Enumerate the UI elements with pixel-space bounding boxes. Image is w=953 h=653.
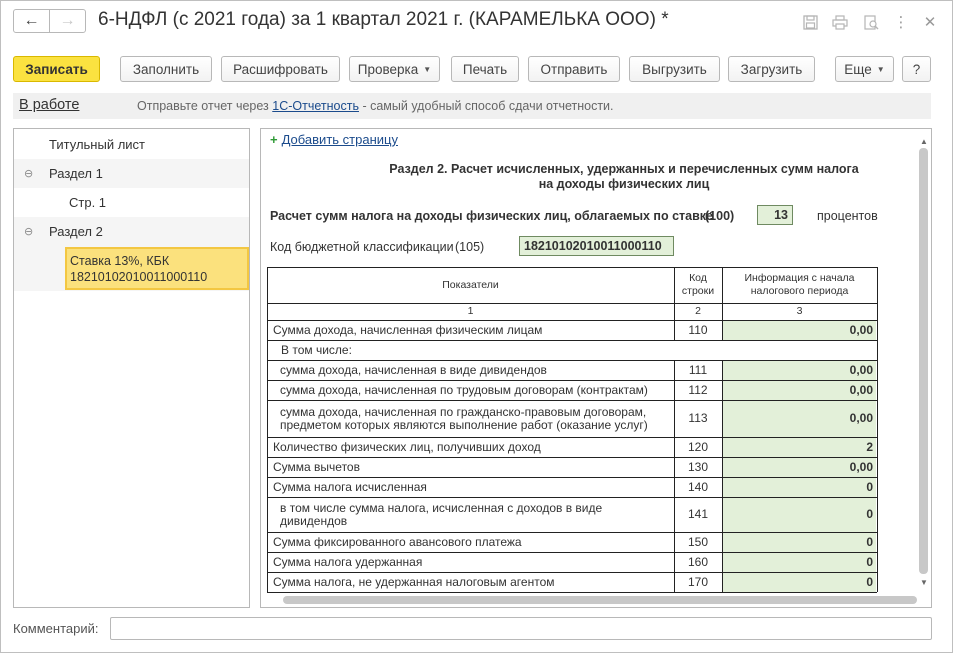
row-code: 141 — [687, 507, 709, 521]
tree-item-rate-13[interactable]: Ставка 13%, КБК 18210102010011000110 — [65, 247, 249, 290]
row-label: сумма дохода, начисленная по гражданско-… — [280, 404, 648, 432]
row-code: 112 — [688, 382, 708, 397]
row-value[interactable]: 0 — [722, 477, 877, 497]
row-divider — [267, 592, 877, 593]
row-label: сумма дохода, начисленная в виде дивиден… — [280, 362, 547, 377]
row-value[interactable]: 0,00 — [722, 320, 877, 340]
row-value[interactable]: 0,00 — [722, 457, 877, 477]
scroll-down-icon[interactable]: ▼ — [920, 578, 928, 587]
row-code: 120 — [687, 439, 709, 454]
row-value[interactable]: 0 — [722, 497, 877, 532]
collapse-icon[interactable]: ⊖ — [24, 167, 33, 180]
row-label: Сумма дохода, начисленная физическим лиц… — [273, 322, 543, 337]
row-code: 150 — [687, 534, 709, 549]
column-number: 1 — [467, 305, 474, 317]
status-link[interactable]: В работе — [19, 97, 79, 113]
save-icon[interactable] — [801, 13, 819, 31]
rate-unit: процентов — [817, 209, 878, 223]
header-code: Код строки — [681, 272, 715, 297]
save-button[interactable]: Записать — [13, 56, 100, 82]
tree-item-section-2[interactable]: ⊖ Раздел 2 — [14, 217, 249, 246]
collapse-icon[interactable]: ⊖ — [24, 225, 33, 238]
row-value[interactable]: 0,00 — [722, 380, 877, 400]
horizontal-scrollbar[interactable] — [283, 596, 917, 604]
vertical-scrollbar[interactable] — [919, 148, 928, 574]
chevron-down-icon: ▼ — [876, 64, 885, 74]
row-label: Сумма вычетов — [273, 459, 360, 474]
scroll-up-icon[interactable]: ▲ — [920, 137, 928, 146]
help-button[interactable]: ? — [902, 56, 931, 82]
upload-button[interactable]: Выгрузить — [629, 56, 720, 82]
fill-button[interactable]: Заполнить — [120, 56, 212, 82]
plus-icon: + — [270, 132, 278, 147]
more-icon[interactable]: ⋮ — [892, 13, 910, 31]
row-value[interactable]: 0 — [722, 572, 877, 592]
row-code: 130 — [687, 459, 709, 474]
row-label: Сумма налога исчисленная — [273, 479, 427, 494]
rate-field[interactable]: 13 — [757, 205, 793, 225]
arrow-right-icon: → — [59, 12, 76, 29]
decode-button[interactable]: Расшифровать — [221, 56, 340, 82]
section-heading: Раздел 2. Расчет исчисленных, удержанных… — [389, 162, 859, 191]
row-value[interactable]: 0,00 — [722, 400, 877, 437]
rate-label: Расчет сумм налога на доходы физических … — [270, 209, 714, 223]
row-label: Сумма налога, не удержанная налоговым аг… — [273, 574, 555, 589]
info-message: Отправьте отчет через 1С-Отчетность - са… — [137, 99, 614, 113]
row-label: Количество физических лиц, получивших до… — [273, 439, 541, 454]
table-subheader: В том числе: — [281, 342, 352, 357]
kbk-code: (105) — [455, 240, 485, 254]
row-label: сумма дохода, начисленная по трудовым до… — [280, 382, 648, 397]
back-button[interactable]: ← — [13, 9, 50, 33]
forward-button[interactable]: → — [49, 9, 86, 33]
row-code: 110 — [688, 322, 708, 337]
column-number: 2 — [695, 305, 701, 317]
row-label: в том числе сумма налога, исчисленная с … — [280, 500, 603, 528]
more-dropdown-button[interactable]: Еще ▼ — [835, 56, 894, 82]
kbk-label: Код бюджетной классификации — [270, 240, 454, 254]
send-button[interactable]: Отправить — [528, 56, 620, 82]
row-code: 113 — [688, 411, 708, 425]
window-title: 6-НДФЛ (с 2021 года) за 1 квартал 2021 г… — [98, 9, 669, 30]
row-code: 140 — [687, 479, 709, 494]
row-value[interactable]: 0 — [722, 552, 877, 572]
tree-item-section-1[interactable]: ⊖ Раздел 1 — [14, 159, 249, 188]
check-dropdown-button[interactable]: Проверка ▼ — [349, 56, 440, 82]
row-value[interactable]: 0,00 — [722, 360, 877, 380]
header-indicator: Показатели — [442, 278, 499, 291]
load-button[interactable]: Загрузить — [728, 56, 815, 82]
row-code: 111 — [688, 362, 708, 377]
comment-input[interactable] — [110, 617, 932, 640]
reporting-link[interactable]: 1С-Отчетность — [272, 99, 359, 113]
col-divider — [877, 267, 878, 592]
print-icon[interactable] — [831, 13, 849, 31]
comment-label: Комментарий: — [13, 621, 99, 636]
row-code: 160 — [687, 554, 709, 569]
preview-icon[interactable] — [862, 13, 880, 31]
close-icon[interactable]: ✕ — [921, 13, 939, 31]
row-label: Сумма фиксированного авансового платежа — [273, 534, 522, 549]
row-code: 170 — [687, 574, 709, 589]
print-button[interactable]: Печать — [451, 56, 519, 82]
add-page-link[interactable]: + Добавить страницу — [270, 132, 398, 147]
row-value[interactable]: 2 — [722, 437, 877, 457]
tree-item-title-page[interactable]: Титульный лист — [14, 130, 249, 159]
chevron-down-icon: ▼ — [423, 64, 432, 74]
kbk-field[interactable]: 18210102010011000110 — [519, 236, 674, 256]
rate-code: (100) — [705, 209, 735, 223]
header-info: Информация с начала налогового периода — [744, 272, 855, 297]
tree-item-page-1[interactable]: Стр. 1 — [14, 188, 249, 217]
row-value[interactable]: 0 — [722, 532, 877, 552]
column-number: 3 — [796, 305, 803, 317]
arrow-left-icon: ← — [23, 12, 40, 29]
row-label: Сумма налога удержанная — [273, 554, 423, 569]
